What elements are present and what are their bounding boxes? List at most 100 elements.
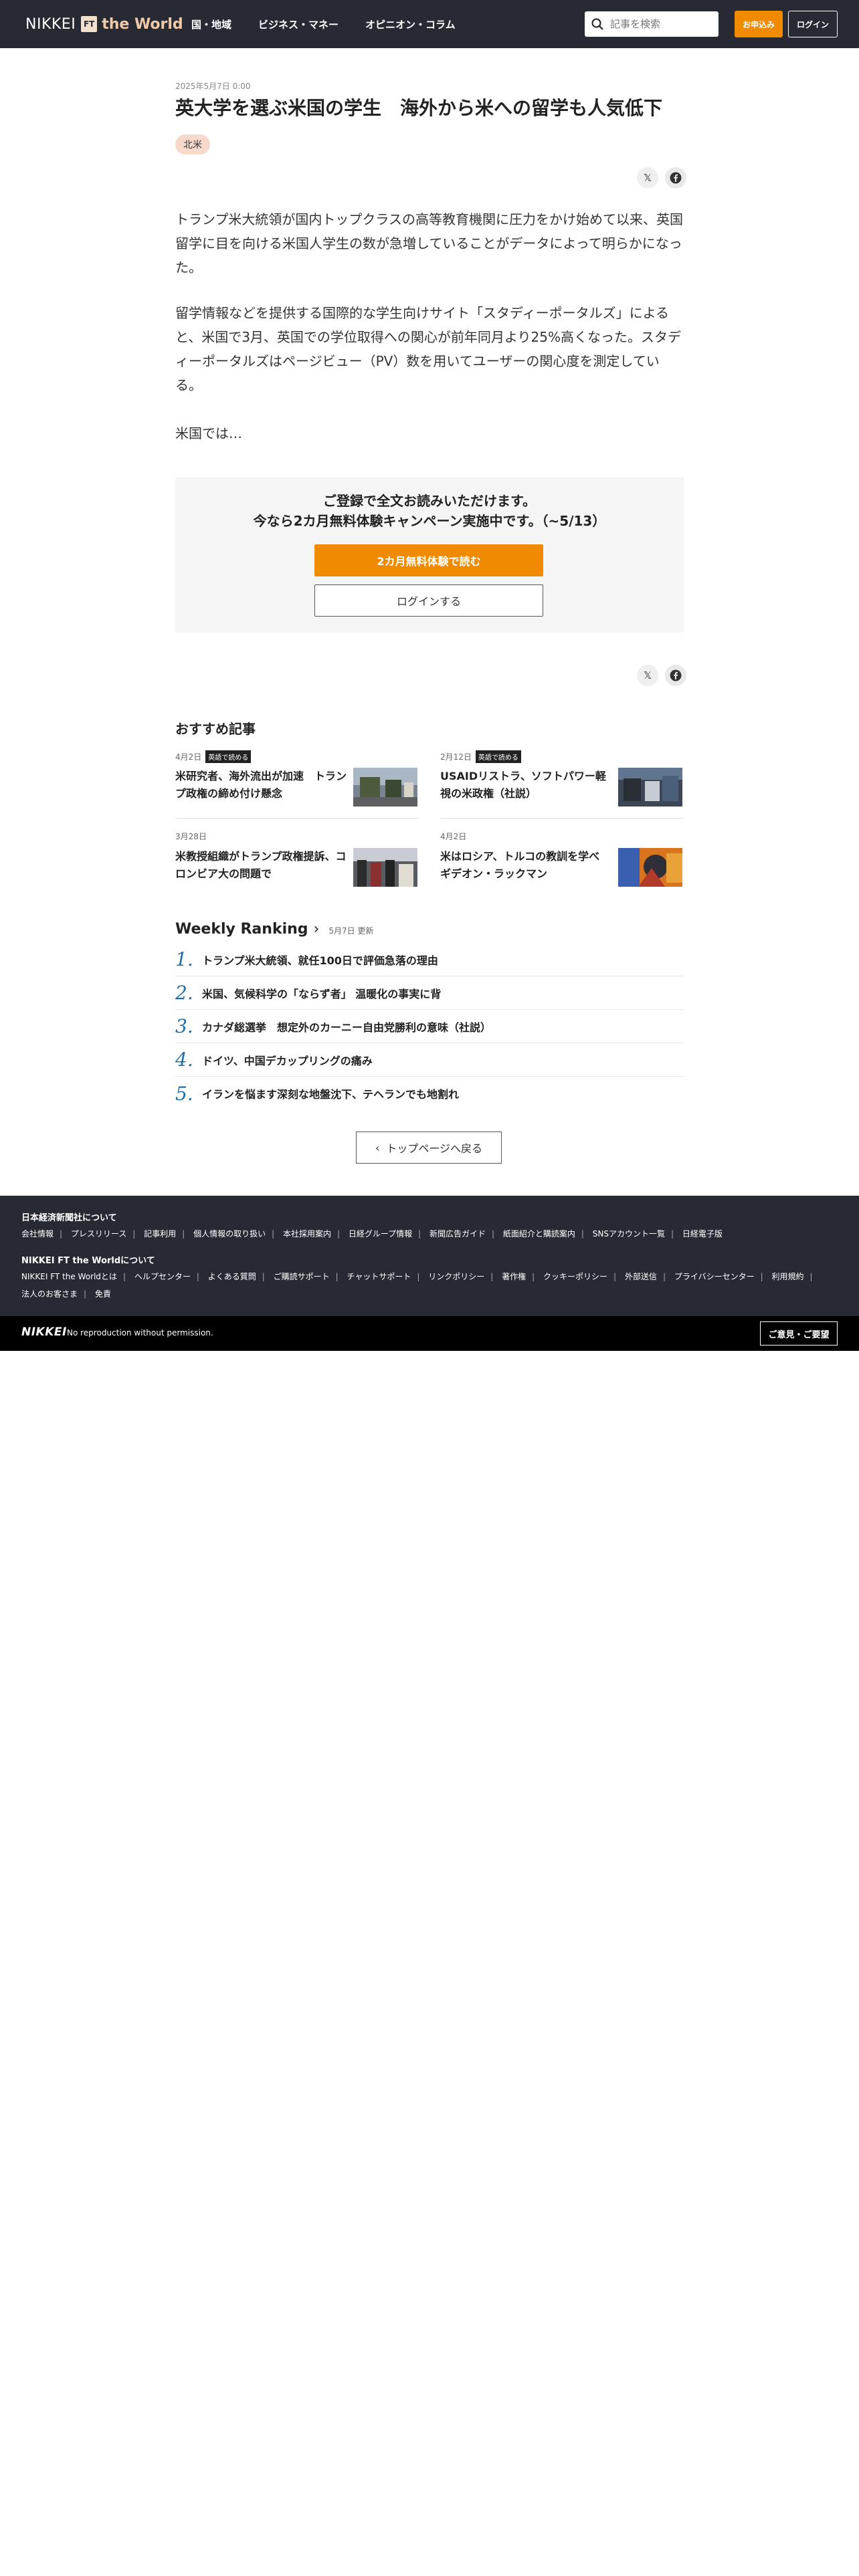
chevron-left-icon: ‹ [375, 1141, 380, 1154]
ranking-item[interactable]: 4. ドイツ、中国デカップリングの痛み [175, 1043, 684, 1077]
footer-link[interactable]: 記事利用 [144, 1229, 176, 1239]
footer-link[interactable]: 新聞広告ガイド [430, 1229, 486, 1239]
search-input[interactable] [610, 18, 710, 30]
rec-thumbnail[interactable] [618, 848, 682, 887]
rec-date: 4月2日 [175, 752, 202, 762]
main-nav: 国・地域 ビジネス・マネー オピニオン・コラム [191, 17, 456, 31]
recommended-heading: おすすめ記事 [175, 721, 256, 737]
footer-link[interactable]: プレスリリース [71, 1229, 126, 1239]
ranking-updated: 5月7日 更新 [328, 926, 374, 936]
site-logo[interactable]: NIKKEI FT the World [25, 15, 183, 33]
rank-number: 1. [175, 948, 193, 970]
paywall-login-button[interactable]: ログインする [314, 584, 543, 617]
back-to-top-label: トップページへ戻る [386, 1142, 483, 1155]
footer-link[interactable]: 個人情報の取り扱い [193, 1229, 266, 1239]
paywall-box: ご登録で全文お読みいただけます。 今なら2カ月無料体験キャンペーン実施中です。（… [175, 477, 684, 633]
rec-title[interactable]: 米研究者、海外流出が加速 トランプ政権の締め付け懸念 [175, 768, 348, 802]
footer-section-title: NIKKEI FT the Worldについて [21, 1256, 155, 1266]
rank-title[interactable]: トランプ米大統領、就任100日で評価急落の理由 [202, 952, 438, 968]
footer-link[interactable]: プライバシーセンター [674, 1272, 755, 1281]
rec-date: 2月12日 [440, 752, 472, 762]
search-icon[interactable] [585, 11, 610, 37]
rec-title[interactable]: 米はロシア、トルコの教訓を学べ ギデオン・ラックマン [440, 848, 613, 883]
footer-link[interactable]: SNSアカウント一覧 [593, 1229, 665, 1239]
article-paragraph: トランプ米大統領が国内トップクラスの高等教育機関に圧力をかけ始めて以来、英国留学… [175, 211, 683, 276]
footer-links-service: NIKKEI FT the Worldとは | ヘルプセンター | よくある質問 | … [21, 1272, 813, 1299]
rec-thumbnail[interactable] [353, 848, 417, 887]
paywall-campaign-text: 今なら2カ月無料体験キャンペーン実施中です。（~5/13） [253, 513, 606, 529]
search-box[interactable] [585, 11, 719, 37]
ranking-item[interactable]: 3. カナダ総選挙 想定外のカーニー自由党勝利の意味（社説） [175, 1010, 684, 1043]
footer-link[interactable]: よくある質問 [208, 1272, 256, 1281]
x-icon[interactable]: 𝕏 [637, 167, 658, 189]
footer-link[interactable]: 外部送信 [625, 1272, 657, 1281]
rank-title[interactable]: イランを悩ます深刻な地盤沈下、テヘランでも地割れ [202, 1085, 459, 1101]
footer-link[interactable]: ご購読サポート [274, 1272, 330, 1281]
footer-link[interactable]: クッキーポリシー [543, 1272, 607, 1281]
facebook-icon[interactable] [665, 167, 686, 189]
footer-link[interactable]: 法人のお客さま [21, 1289, 78, 1299]
recommended-card[interactable]: 4月2日 英語で読める 米研究者、海外流出が加速 トランプ政権の締め付け懸念 [175, 750, 419, 807]
rank-title[interactable]: 米国、気候科学の「ならず者」 温暖化の事実に背 [202, 985, 441, 1001]
bottom-bar: NIKKEI No reproduction without permissio… [0, 1316, 859, 1351]
article-title: 英大学を選ぶ米国の学生 海外から米への留学も人気低下 [175, 97, 663, 119]
english-badge: 英語で読める [205, 750, 252, 763]
footer-link[interactable]: 日経電子版 [682, 1229, 723, 1239]
ranking-item[interactable]: 1. トランプ米大統領、就任100日で評価急落の理由 [175, 943, 684, 976]
rec-title[interactable]: 米教授組織がトランプ政権提訴、コロンビア大の問題で [175, 848, 348, 883]
footer-link[interactable]: 本社採用案内 [283, 1229, 331, 1239]
footer-section-title: 日本経済新聞社について [21, 1213, 117, 1223]
ranking-header[interactable]: Weekly Ranking › 5月7日 更新 [175, 921, 373, 938]
login-button[interactable]: ログイン [788, 11, 838, 37]
footer-link[interactable]: ヘルプセンター [134, 1272, 191, 1281]
article-paragraph: 米国では… [175, 425, 242, 441]
footer-link[interactable]: 紙面紹介と購読案内 [503, 1229, 575, 1239]
feedback-button[interactable]: ご意見・ご要望 [760, 1321, 838, 1346]
facebook-icon[interactable] [665, 665, 686, 686]
x-icon[interactable]: 𝕏 [637, 665, 658, 686]
footer-link[interactable]: NIKKEI FT the Worldとは [21, 1272, 117, 1281]
rank-number: 4. [175, 1049, 193, 1071]
footer-link[interactable]: 日経グループ情報 [349, 1229, 412, 1239]
ranking-title[interactable]: Weekly Ranking [175, 921, 308, 938]
ranking-item[interactable]: 5. イランを悩ます深刻な地盤沈下、テヘランでも地割れ [175, 1077, 684, 1110]
footer-link[interactable]: チャットサポート [347, 1272, 411, 1281]
divider [440, 818, 684, 819]
rec-thumbnail[interactable] [353, 768, 417, 807]
nav-item-opinion[interactable]: オピニオン・コラム [365, 17, 456, 31]
site-footer: 日本経済新聞社について 会社情報 | プレスリリース | 記事利用 | 個人情報の取り… [0, 1196, 859, 1316]
nikkei-logo[interactable]: NIKKEI [21, 1325, 67, 1339]
recommended-card[interactable]: 4月2日 米はロシア、トルコの教訓を学べ ギデオン・ラックマン [440, 831, 684, 887]
footer-link[interactable]: 著作権 [502, 1272, 526, 1281]
logo-nikkei-text: NIKKEI [25, 15, 76, 33]
subscribe-button[interactable]: お申込み [735, 11, 783, 37]
footer-link[interactable]: 免責 [95, 1289, 111, 1299]
copyright-text: No reproduction without permission. [67, 1328, 213, 1337]
recommended-card[interactable]: 3月28日 米教授組織がトランプ政権提訴、コロンビア大の問題で [175, 831, 419, 887]
nav-item-region[interactable]: 国・地域 [191, 17, 231, 31]
rec-date: 3月28日 [175, 832, 207, 841]
rec-thumbnail[interactable] [618, 768, 682, 807]
nav-item-business[interactable]: ビジネス・マネー [258, 17, 339, 31]
region-tag[interactable]: 北米 [175, 134, 210, 154]
rec-title[interactable]: USAIDリストラ、ソフトパワー軽視の米政権（社説） [440, 768, 613, 802]
divider [175, 818, 419, 819]
footer-link[interactable]: リンクポリシー [428, 1272, 484, 1281]
rank-number: 5. [175, 1082, 193, 1105]
share-bar-bottom: 𝕏 [637, 665, 686, 686]
recommended-card[interactable]: 2月12日 英語で読める USAIDリストラ、ソフトパワー軽視の米政権（社説） [440, 750, 684, 807]
rank-title[interactable]: カナダ総選挙 想定外のカーニー自由党勝利の意味（社説） [202, 1018, 491, 1035]
free-trial-button[interactable]: 2カ月無料体験で読む [314, 544, 543, 576]
footer-link[interactable]: 利用規約 [771, 1272, 803, 1281]
rank-title[interactable]: ドイツ、中国デカップリングの痛み [202, 1052, 373, 1068]
article-date: 2025年5月7日 0:00 [175, 82, 251, 91]
logo-ft-mark: FT [81, 16, 98, 32]
english-badge: 英語で読める [475, 750, 521, 763]
rec-date: 4月2日 [440, 832, 467, 841]
paywall-heading: ご登録で全文お読みいただけます。 [323, 493, 536, 509]
ranking-item[interactable]: 2. 米国、気候科学の「ならず者」 温暖化の事実に背 [175, 976, 684, 1010]
back-to-top-button[interactable]: ‹ トップページへ戻る [356, 1132, 502, 1164]
footer-link[interactable]: 会社情報 [21, 1229, 54, 1239]
chevron-right-icon[interactable]: › [314, 921, 320, 938]
share-bar-top: 𝕏 [637, 167, 686, 189]
